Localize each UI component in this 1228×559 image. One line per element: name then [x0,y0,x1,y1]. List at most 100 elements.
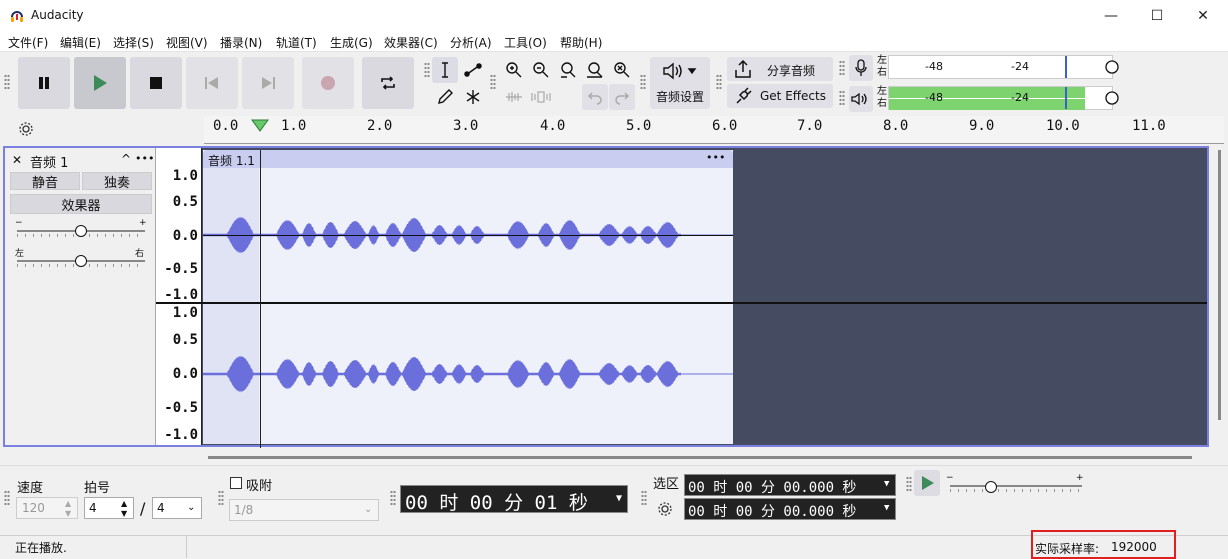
play-at-speed-button[interactable] [914,470,940,496]
pause-button[interactable] [18,57,70,109]
zoom-in-button[interactable] [501,57,527,83]
fit-project-button[interactable] [582,57,608,83]
time-toolbar-grip[interactable] [390,490,396,506]
zoom-fit-icon [587,62,603,78]
record-button[interactable] [302,57,354,109]
playback-volume-knob-icon[interactable] [1104,90,1120,106]
record-meter[interactable]: -48 -24 [888,55,1113,79]
close-button[interactable]: ✕ [1180,0,1226,32]
zoom-toggle-button[interactable] [609,57,635,83]
skip-to-start-button[interactable] [186,57,238,109]
selection-start[interactable]: 00 时 00 分 00.000 秒 ▼ [684,474,896,496]
lower-time-signature-value: 4 [157,501,165,515]
play-button[interactable] [74,57,126,109]
stop-button[interactable] [130,57,182,109]
track-collapse-button[interactable]: ^ [121,152,131,166]
timeline-settings-gear-icon[interactable] [16,121,36,137]
share-audio-button[interactable]: 分享音频 [727,57,833,81]
track-name-button[interactable]: 音频 1 [30,152,68,171]
ruler-tick-9: 9.0 [969,118,995,134]
menu-view[interactable]: 视图(V) [166,34,208,51]
draw-tool-button[interactable] [432,84,458,110]
selection-end[interactable]: 00 时 00 分 00.000 秒 ▼ [684,498,896,520]
vertical-ruler[interactable]: 1.0 0.5 0.0 -0.5 -1.0 1.0 0.5 0.0 -0.5 -… [156,148,202,445]
playback-meter-grip[interactable] [839,90,845,106]
track-menu-button[interactable]: ••• [135,152,154,165]
pan-slider-thumb[interactable] [75,255,87,267]
share-toolbar-grip[interactable] [716,74,722,90]
silence-button[interactable] [528,84,554,110]
audio-setup-button[interactable]: 音频设置 [650,57,710,109]
minimize-button[interactable]: — [1088,0,1134,32]
fit-selection-button[interactable] [555,57,581,83]
selection-end-menu-icon[interactable]: ▼ [884,503,889,513]
clip-header[interactable]: 音频 1.1 ••• [203,150,733,168]
tempo-input[interactable]: 120 ▲ ▼ [16,497,78,519]
vertical-scrollbar[interactable] [1218,150,1221,420]
upload-share-icon [735,59,751,78]
horizontal-scrollbar[interactable] [208,456,1192,459]
upper-time-signature[interactable]: 4 ▲ ▼ [84,497,134,519]
menu-edit[interactable]: 编辑(E) [60,34,101,51]
selection-start-menu-icon[interactable]: ▼ [884,479,889,489]
tools-toolbar-grip[interactable] [424,62,430,78]
play-at-speed-grip[interactable] [906,476,912,492]
zoom-out-button[interactable] [528,57,554,83]
waveform[interactable] [203,168,733,444]
skip-to-end-button[interactable] [242,57,294,109]
envelope-tool-button[interactable] [460,57,486,83]
gain-slider-thumb[interactable] [75,225,87,237]
menu-tracks[interactable]: 轨道(T) [276,34,317,51]
menu-transport[interactable]: 播录(N) [220,34,262,51]
snap-dropdown[interactable]: 1/8 ⌄ [229,499,379,521]
snap-checkbox[interactable] [230,477,242,489]
playback-meter[interactable]: -48 -24 [888,86,1113,110]
time-signature-grip[interactable] [4,490,10,506]
effects-button[interactable]: 效果器 [10,194,152,214]
vruler-bottom-0: 0.0 [172,366,198,382]
speed-slider-thumb[interactable] [985,481,997,493]
play-head-marker-icon[interactable] [251,119,269,133]
solo-button[interactable]: 独奏 [82,172,152,191]
loop-button[interactable] [362,57,414,109]
maximize-button[interactable]: ☐ [1134,0,1180,32]
snap-grip[interactable] [218,490,224,506]
lower-time-signature[interactable]: 4 ⌄ [152,497,202,519]
trim-button[interactable] [501,84,527,110]
record-volume-knob-icon[interactable] [1104,59,1120,75]
tempo-up-icon[interactable]: ▲ [65,499,71,508]
redo-button[interactable] [609,84,635,110]
menu-effect[interactable]: 效果器(C) [384,34,438,51]
undo-button[interactable] [582,84,608,110]
record-meter-grip[interactable] [839,60,845,76]
menu-help[interactable]: 帮助(H) [560,34,602,51]
menu-generate[interactable]: 生成(G) [330,34,373,51]
selection-settings-gear-icon[interactable] [655,500,675,518]
edit-toolbar-grip[interactable] [490,74,496,90]
audio-setup-grip[interactable] [640,74,646,90]
playback-meter-button[interactable] [849,86,873,112]
get-effects-button[interactable]: Get Effects [727,84,833,108]
speed-slider-track[interactable] [950,485,1082,487]
time-display[interactable]: 00 时 00 分 01 秒 ▼ [400,485,628,514]
menu-tools[interactable]: 工具(O) [504,34,547,51]
meter-up-icon[interactable]: ▲ [121,499,127,508]
mute-button[interactable]: 静音 [10,172,80,191]
menu-file[interactable]: 文件(F) [8,34,48,51]
timeline-ruler[interactable] [0,116,1228,144]
record-meter-button[interactable] [849,55,873,81]
menu-select[interactable]: 选择(S) [113,34,154,51]
speaker-dropdown-icon [663,62,697,80]
track-close-button[interactable]: ✕ [12,153,22,167]
multi-tool-button[interactable] [460,84,486,110]
tempo-down-icon[interactable]: ▼ [65,509,71,518]
meter-down-icon[interactable]: ▼ [121,509,127,518]
record-left-label: 左 [877,55,887,66]
menu-analyze[interactable]: 分析(A) [450,34,492,51]
selection-tool-button[interactable] [432,57,458,83]
time-signature-label: 拍号 [84,481,111,496]
transport-toolbar-grip[interactable] [4,74,10,90]
selection-toolbar-grip[interactable] [641,490,647,506]
clip-menu-button[interactable]: ••• [706,151,725,164]
time-display-menu-icon[interactable]: ▼ [616,493,622,504]
